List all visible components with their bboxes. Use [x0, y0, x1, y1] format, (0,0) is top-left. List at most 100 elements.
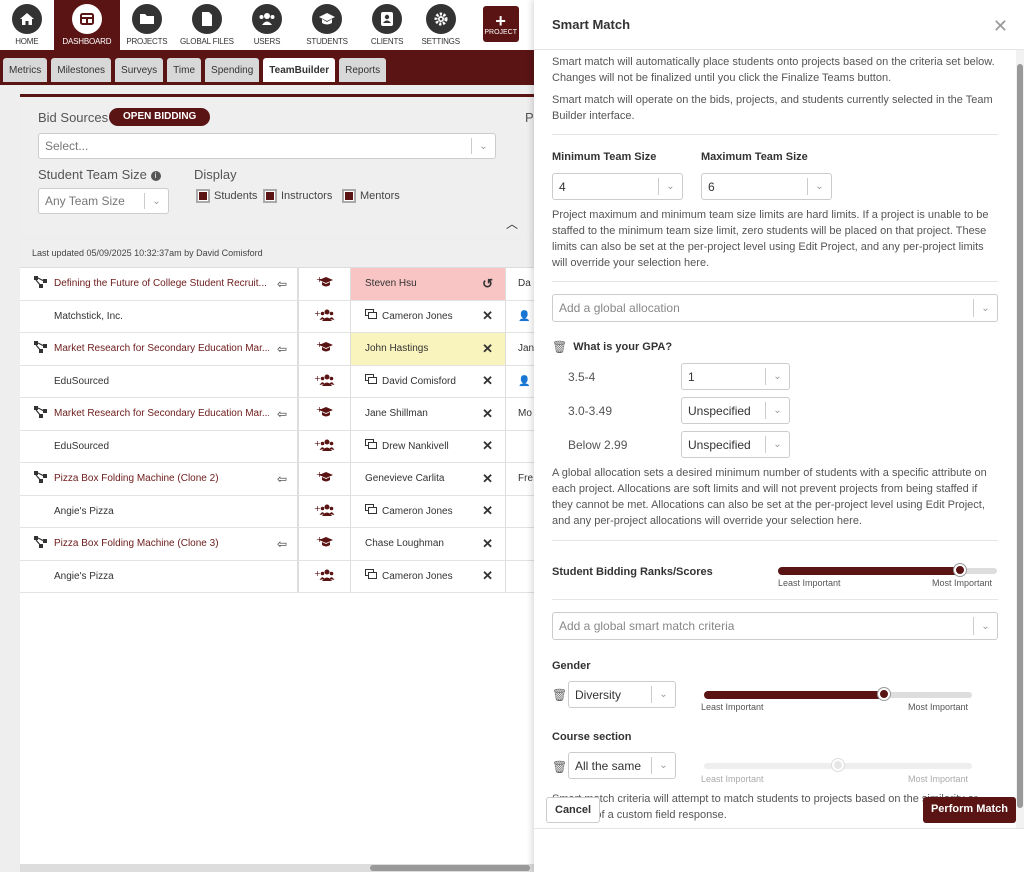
plus-icon: +: [495, 10, 506, 31]
project-title[interactable]: Pizza Box Folding Machine (Clone 2): [54, 473, 269, 484]
student-cell: John Hastings ✕: [351, 333, 506, 365]
gender-slider[interactable]: [704, 688, 972, 700]
nav-clients[interactable]: CLIENTS: [360, 0, 414, 50]
top-navigation: HOME DASHBOARD PROJECTS GLOBAL FILES USE…: [0, 0, 534, 50]
table-row: Angie's Pizza + Cameron Jones ✕: [20, 560, 534, 593]
course-section-select[interactable]: All the same ⌄: [568, 752, 676, 779]
bid-sources-select[interactable]: Select... ⌄: [38, 133, 496, 159]
min-team-size-select[interactable]: 4 ⌄: [552, 173, 683, 200]
nav-settings[interactable]: SETTINGS: [414, 0, 468, 50]
add-group-icon[interactable]: +: [314, 308, 336, 325]
tab-metrics[interactable]: Metrics: [3, 58, 48, 82]
add-group-icon[interactable]: +: [314, 373, 336, 390]
undo-icon[interactable]: ↺: [482, 276, 493, 292]
project-title[interactable]: Market Research for Secondary Education …: [54, 343, 269, 354]
tab-time[interactable]: Time: [167, 58, 202, 82]
intro-text-2: Smart match will operate on the bids, pr…: [552, 94, 993, 122]
display-label: Display: [194, 167, 237, 182]
cancel-button[interactable]: Cancel: [546, 797, 601, 823]
vertical-scrollbar[interactable]: [1016, 50, 1024, 828]
global-criteria-select[interactable]: Add a global smart match criteria ⌄: [552, 612, 998, 640]
gpa-3-0-select[interactable]: Unspecified ⌄: [681, 397, 790, 424]
remove-icon[interactable]: ✕: [482, 341, 493, 357]
tab-milestones[interactable]: Milestones: [51, 58, 112, 82]
svg-text:+: +: [314, 439, 321, 448]
last-updated: Last updated 05/09/2025 10:32:37am by Da…: [20, 240, 534, 268]
max-team-size-select[interactable]: 6 ⌄: [701, 173, 832, 200]
display-students-checkbox[interactable]: Students: [196, 189, 257, 203]
gpa-below-select[interactable]: Unspecified ⌄: [681, 431, 790, 458]
student-cell: Chase Loughman ✕: [351, 528, 506, 560]
tab-teambuilder[interactable]: TeamBuilder: [263, 58, 336, 82]
bidding-slider[interactable]: [778, 564, 997, 576]
add-student-icon[interactable]: +: [316, 340, 334, 357]
project-tree-icon: [34, 341, 48, 356]
trash-icon[interactable]: 🗑: [552, 340, 567, 354]
remove-icon[interactable]: ✕: [482, 406, 493, 422]
add-student-icon[interactable]: +: [316, 535, 334, 552]
remove-icon[interactable]: ✕: [482, 438, 493, 454]
tab-spending[interactable]: Spending: [205, 58, 260, 82]
project-title[interactable]: Market Research for Secondary Education …: [54, 408, 269, 419]
collapse-icon[interactable]: ︿: [506, 215, 518, 232]
remove-icon[interactable]: ✕: [482, 373, 493, 389]
remove-icon[interactable]: ✕: [482, 568, 493, 584]
chat-icon: [365, 504, 377, 518]
max-team-size-label: Maximum Team Size: [701, 151, 808, 163]
nav-home[interactable]: HOME: [0, 0, 54, 50]
gpa-3-5-select[interactable]: 1 ⌄: [681, 363, 790, 390]
remove-icon[interactable]: ✕: [482, 471, 493, 487]
add-student-icon[interactable]: +: [316, 275, 334, 292]
trash-icon[interactable]: 🗑: [552, 688, 567, 702]
remove-icon[interactable]: ✕: [482, 503, 493, 519]
chevron-down-icon: ⌄: [651, 686, 675, 703]
add-group-icon[interactable]: +: [314, 568, 336, 585]
project-title[interactable]: Pizza Box Folding Machine (Clone 3): [54, 538, 269, 549]
display-mentors-checkbox[interactable]: Mentors: [342, 189, 400, 203]
extra-cell: Fre: [518, 473, 533, 485]
remove-icon[interactable]: ✕: [482, 308, 493, 324]
table-row: Defining the Future of College Student R…: [20, 268, 534, 301]
sign-in-icon[interactable]: ⇦: [277, 407, 287, 421]
nav-dashboard[interactable]: DASHBOARD: [53, 0, 121, 50]
student-cell: Steven Hsu ↺: [351, 268, 506, 300]
trash-icon[interactable]: 🗑: [552, 760, 567, 774]
open-bidding-badge[interactable]: OPEN BIDDING: [109, 108, 211, 126]
nav-students[interactable]: STUDENTS: [294, 0, 361, 50]
tab-surveys[interactable]: Surveys: [115, 58, 164, 82]
close-icon[interactable]: ✕: [993, 16, 1008, 37]
chat-icon: [365, 439, 377, 453]
course-section-slider[interactable]: [704, 759, 972, 771]
nav-global-files[interactable]: GLOBAL FILES: [174, 0, 241, 50]
bidding-label: Student Bidding Ranks/Scores: [552, 566, 713, 578]
display-instructors-checkbox[interactable]: Instructors: [263, 189, 332, 203]
team-size-select[interactable]: Any Team Size ⌄: [38, 188, 169, 214]
nav-add-project[interactable]: + PROJECT: [467, 0, 534, 50]
users-icon: [251, 4, 282, 34]
extra-cell: [506, 561, 534, 593]
add-group-icon[interactable]: +: [314, 503, 336, 520]
sign-in-icon[interactable]: ⇦: [277, 472, 287, 486]
add-group-icon[interactable]: +: [314, 438, 336, 455]
client-name: EduSourced: [54, 375, 110, 387]
tab-reports[interactable]: Reports: [339, 58, 387, 82]
intro-text-1: Smart match will automatically place stu…: [552, 56, 995, 84]
table-row: Pizza Box Folding Machine (Clone 3) ⇦ + Cha…: [20, 528, 534, 561]
sign-in-icon[interactable]: ⇦: [277, 537, 287, 551]
student-cell: Cameron Jones ✕: [351, 300, 506, 332]
remove-icon[interactable]: ✕: [482, 536, 493, 552]
sign-in-icon[interactable]: ⇦: [277, 277, 287, 291]
add-student-icon[interactable]: +: [316, 405, 334, 422]
nav-users[interactable]: USERS: [240, 0, 294, 50]
table-row: EduSourced + Drew Nankivell ✕: [20, 430, 534, 463]
perform-match-button[interactable]: Perform Match: [922, 797, 1016, 823]
client-name: Matchstick, Inc.: [54, 310, 123, 322]
horizontal-scrollbar[interactable]: [20, 864, 534, 872]
nav-projects[interactable]: PROJECTS: [120, 0, 174, 50]
sign-in-icon[interactable]: ⇦: [277, 342, 287, 356]
gender-select[interactable]: Diversity ⌄: [568, 681, 676, 708]
add-student-icon[interactable]: +: [316, 470, 334, 487]
global-allocation-select[interactable]: Add a global allocation ⌄: [552, 294, 998, 322]
svg-text:+: +: [316, 340, 323, 349]
project-title[interactable]: Defining the Future of College Student R…: [54, 278, 269, 289]
